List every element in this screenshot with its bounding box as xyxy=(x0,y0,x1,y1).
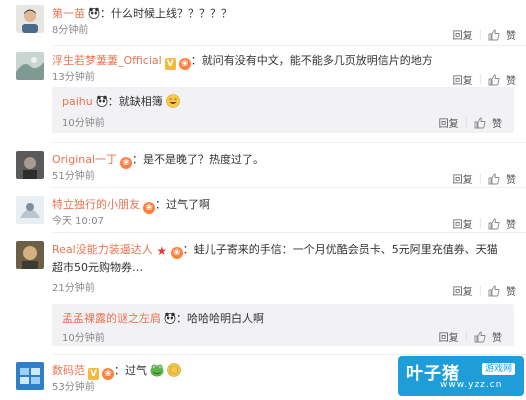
avatar[interactable] xyxy=(16,52,44,80)
medal-icon: ❀ xyxy=(120,157,133,169)
separator: | xyxy=(478,218,482,229)
thumbs-up-icon[interactable] xyxy=(488,74,500,86)
reply-box: paihu ：就缺相簿 10分钟前 回复 | 赞 xyxy=(52,87,514,133)
like-button[interactable]: 赞 xyxy=(492,115,502,130)
verified-icon: V xyxy=(164,58,176,70)
watermark-logo: 叶子猪 游戏网 www.yzz.cn xyxy=(398,356,524,396)
panda-emoji-icon xyxy=(96,95,108,107)
timestamp: 10分钟前 xyxy=(62,118,105,129)
username[interactable]: 第一苗 xyxy=(52,7,85,20)
reply-text: 就缺相簿 xyxy=(118,95,163,108)
timestamp: 10分钟前 xyxy=(62,333,105,344)
colon: ： xyxy=(107,95,119,108)
comment-text: 过气了啊 xyxy=(166,198,210,211)
thumbs-up-icon[interactable] xyxy=(488,173,500,185)
panda-emoji-icon xyxy=(164,312,176,324)
medal-icon: ❀ xyxy=(143,202,155,214)
username[interactable]: 孟孟裸露的谜之左肩 xyxy=(62,312,161,325)
thumbs-up-icon[interactable] xyxy=(474,117,486,129)
frog-emoji-icon xyxy=(150,363,164,377)
avatar[interactable] xyxy=(16,151,44,179)
divider xyxy=(52,187,526,188)
timestamp: 13分钟前 xyxy=(52,72,95,83)
like-button[interactable]: 赞 xyxy=(492,329,502,344)
username[interactable]: Real没能力装逼达人 xyxy=(52,243,153,256)
star-icon: ★ xyxy=(156,244,168,258)
colon: ： xyxy=(132,153,144,166)
avatar[interactable] xyxy=(16,241,44,269)
medal-icon: ❀ xyxy=(178,58,191,70)
comment-text: 就问有没有中文，能不能多几页放明信片的地方 xyxy=(201,54,433,67)
username[interactable]: 特立独行的小朋友 xyxy=(52,198,140,211)
separator: | xyxy=(464,117,468,128)
thumbs-up-icon[interactable] xyxy=(488,218,500,230)
medal-icon: ❀ xyxy=(170,247,183,259)
divider xyxy=(52,45,526,46)
colon: ： xyxy=(190,54,202,67)
comment-text: 过气 xyxy=(125,364,147,377)
thumbs-up-icon[interactable] xyxy=(488,29,500,41)
reply-button[interactable]: 回复 xyxy=(439,115,459,130)
timestamp: 8分钟前 xyxy=(52,25,89,36)
thumbs-up-icon[interactable] xyxy=(474,331,486,343)
username[interactable]: 浮生若梦萋萋_Official xyxy=(52,54,162,67)
separator: | xyxy=(478,173,482,184)
username[interactable]: Original一丁 xyxy=(52,153,117,166)
divider xyxy=(52,354,526,355)
medal-icon: ❀ xyxy=(102,368,114,380)
comment-list: 第一苗 ：什么时候上线？？？？？ 8分钟前 回复 | 赞 浮生若梦萋萋_Offic… xyxy=(0,0,526,400)
like-button[interactable]: 赞 xyxy=(506,283,516,298)
colon: ： xyxy=(155,198,166,211)
avatar[interactable] xyxy=(16,362,44,390)
divider xyxy=(52,142,526,143)
divider xyxy=(52,232,526,233)
colon: ： xyxy=(100,7,111,20)
username[interactable]: paihu xyxy=(62,95,93,108)
avatar[interactable] xyxy=(16,196,44,224)
like-button[interactable]: 赞 xyxy=(506,216,516,231)
reply-button[interactable]: 回复 xyxy=(453,27,473,42)
watermark-url: www.yzz.cn xyxy=(440,380,503,390)
timestamp: 今天 10:07 xyxy=(52,216,104,227)
timestamp: 21分钟前 xyxy=(52,283,95,294)
colon: ： xyxy=(114,364,125,377)
laughing-emoji-icon xyxy=(165,94,180,108)
like-button[interactable]: 赞 xyxy=(506,171,516,186)
username[interactable]: 数码范 xyxy=(52,364,85,377)
verified-icon: V xyxy=(88,368,99,380)
separator: | xyxy=(478,74,482,85)
reply-box: 孟孟裸露的谜之左肩 ：哈哈哈明白人啊 10分钟前 回复 | 赞 xyxy=(52,304,514,346)
reply-button[interactable]: 回复 xyxy=(439,329,459,344)
reply-text: 哈哈哈明白人啊 xyxy=(187,312,264,325)
separator: | xyxy=(478,285,482,296)
comment-text: 是不是晚了？热度过了。 xyxy=(143,153,265,166)
separator: | xyxy=(464,331,468,342)
separator: | xyxy=(478,29,482,40)
reply-button[interactable]: 回复 xyxy=(453,283,473,298)
reply-button[interactable]: 回复 xyxy=(453,72,473,87)
watermark-tag: 游戏网 xyxy=(482,363,516,375)
coin-emoji-icon xyxy=(167,363,181,377)
panda-emoji-icon xyxy=(88,7,100,19)
comment-text: 什么时候上线？？？？？ xyxy=(111,7,232,20)
colon: ： xyxy=(176,312,187,325)
reply-button[interactable]: 回复 xyxy=(453,216,473,231)
like-button[interactable]: 赞 xyxy=(506,72,516,87)
like-button[interactable]: 赞 xyxy=(506,27,516,42)
reply-button[interactable]: 回复 xyxy=(453,171,473,186)
thumbs-up-icon[interactable] xyxy=(488,285,500,297)
timestamp: 51分钟前 xyxy=(52,171,95,182)
colon: ： xyxy=(182,243,194,256)
avatar[interactable] xyxy=(16,5,44,33)
